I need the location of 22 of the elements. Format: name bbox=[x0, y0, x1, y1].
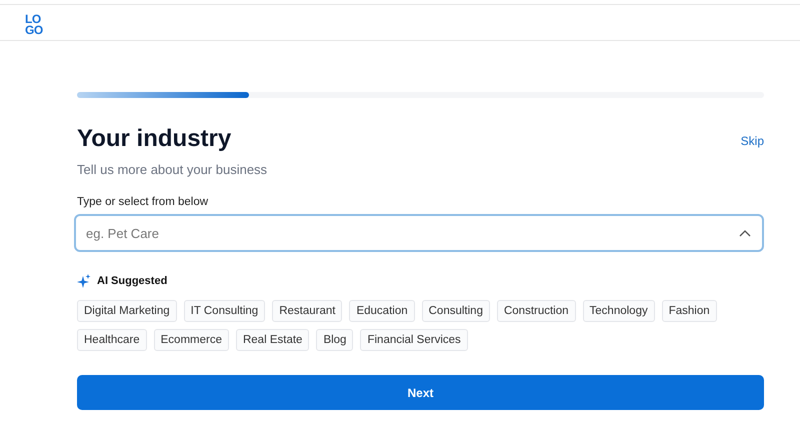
field-label: Type or select from below bbox=[77, 196, 210, 208]
industry-chip[interactable]: Education bbox=[349, 300, 415, 322]
industry-chip[interactable]: Blog bbox=[316, 329, 354, 351]
industry-chip[interactable]: Ecommerce bbox=[154, 329, 229, 351]
next-button[interactable]: Next bbox=[77, 375, 764, 410]
industry-chip[interactable]: Healthcare bbox=[77, 329, 147, 351]
sparkle-icon bbox=[77, 274, 91, 288]
logo: LO GO bbox=[25, 14, 43, 36]
page-title: Your industry bbox=[77, 125, 232, 153]
industry-chip[interactable]: Technology bbox=[582, 300, 655, 322]
industry-field[interactable]: eg. Pet Care bbox=[74, 214, 764, 252]
industry-chip[interactable]: IT Consulting bbox=[184, 300, 266, 322]
industry-chip[interactable]: Real Estate bbox=[236, 329, 310, 351]
subtitle: Tell us more about your business bbox=[77, 162, 268, 177]
skip-link[interactable]: Skip bbox=[740, 134, 764, 148]
industry-chip[interactable]: Construction bbox=[496, 300, 576, 322]
industry-chip[interactable]: Financial Services bbox=[360, 329, 468, 351]
industry-chip[interactable]: Consulting bbox=[422, 300, 490, 322]
section-heading: AI Suggested bbox=[97, 275, 168, 287]
industry-chip[interactable]: Digital Marketing bbox=[77, 300, 177, 322]
industry-chip[interactable]: Fashion bbox=[662, 300, 717, 322]
industry-chip[interactable]: Restaurant bbox=[272, 300, 342, 322]
